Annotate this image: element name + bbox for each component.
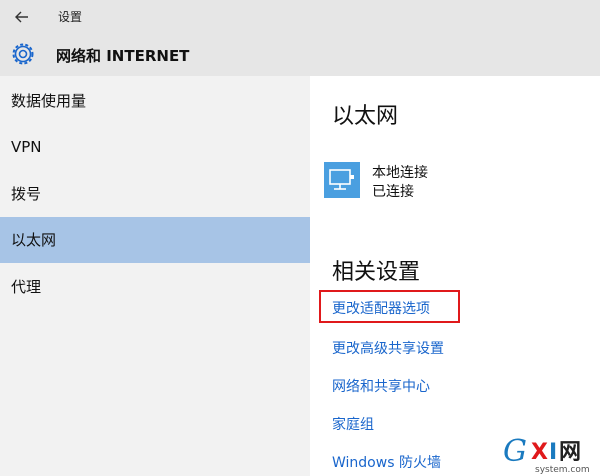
connection-info[interactable]: 本地连接 已连接 [372, 164, 428, 202]
link-homegroup[interactable]: 家庭组 [332, 414, 374, 434]
sidebar-item-proxy[interactable]: 代理 [0, 264, 310, 310]
svg-text:I: I [549, 440, 557, 465]
content-panel: 以太网 本地连接 已连接 相关设置 更改适配器选项 更改高级共享设置 网络和共享… [310, 76, 600, 476]
page-header: 网络和 INTERNET [0, 33, 600, 76]
back-arrow-icon [15, 11, 28, 23]
sidebar-item-dial-up[interactable]: 拨号 [0, 171, 310, 217]
link-change-adapter-options[interactable]: 更改适配器选项 [332, 298, 430, 318]
svg-text:system.com: system.com [535, 465, 590, 475]
watermark-logo: G X I 网 system.com [501, 431, 600, 476]
sidebar: 数据使用量 VPN 拨号 以太网 代理 [0, 76, 310, 476]
sidebar-item-data-usage[interactable]: 数据使用量 [0, 78, 310, 124]
link-windows-firewall[interactable]: Windows 防火墙 [332, 452, 441, 472]
network-connection-icon[interactable] [324, 162, 360, 198]
svg-text:X: X [531, 440, 548, 465]
title-bar: 设置 [0, 0, 600, 33]
page-title: 网络和 INTERNET [56, 47, 190, 65]
link-network-sharing-center[interactable]: 网络和共享中心 [332, 376, 430, 396]
svg-text:G: G [503, 434, 527, 469]
connection-name: 本地连接 [372, 165, 428, 181]
window-title: 设置 [58, 10, 83, 24]
connection-status: 已连接 [372, 184, 414, 200]
computer-icon [329, 169, 354, 190]
section-title-related-settings: 相关设置 [332, 260, 421, 285]
svg-text:网: 网 [559, 440, 581, 465]
sidebar-item-vpn[interactable]: VPN [0, 124, 310, 170]
back-button[interactable] [8, 6, 36, 28]
gear-icon [12, 43, 34, 65]
sidebar-item-ethernet[interactable]: 以太网 [0, 217, 310, 263]
link-advanced-sharing-settings[interactable]: 更改高级共享设置 [332, 338, 444, 358]
section-title-ethernet: 以太网 [332, 104, 399, 129]
